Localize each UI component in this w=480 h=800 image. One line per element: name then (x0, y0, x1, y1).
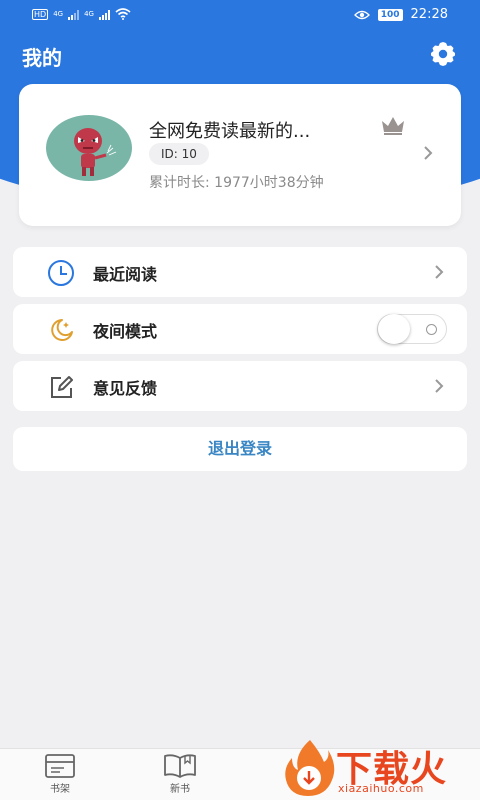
settings-button[interactable] (427, 40, 459, 68)
moon-icon (51, 319, 73, 341)
status-left: HD 4G 4G (32, 8, 131, 20)
edit-icon (51, 376, 73, 398)
avatar[interactable] (46, 115, 132, 181)
chevron-right-icon (435, 265, 444, 279)
tab-new-books[interactable]: 新书 (150, 753, 210, 795)
gear-icon (431, 42, 455, 66)
battery-icon: 100 (377, 8, 403, 21)
tab-bookshelf[interactable]: 书架 (30, 753, 90, 795)
tab-bookshelf-label: 书架 (50, 784, 70, 795)
open-book-icon (164, 754, 196, 778)
night-mode-toggle[interactable] (377, 314, 447, 344)
flame-logo-icon (285, 740, 335, 796)
wifi-icon (115, 8, 131, 20)
toggle-off-indicator (426, 324, 437, 335)
status-bar: HD 4G 4G 100 22:28 (0, 0, 480, 30)
chevron-right-icon (424, 146, 433, 160)
recent-reading-row[interactable]: 最近阅读 (13, 247, 467, 297)
clock-icon (48, 260, 74, 286)
signal-label-1: 4G (53, 10, 64, 18)
tab-new-books-label: 新书 (170, 784, 190, 795)
watermark-url: xiazaihuo.com (338, 782, 424, 795)
feedback-row[interactable]: 意见反馈 (13, 361, 467, 411)
night-mode-row: 夜间模式 (13, 304, 467, 354)
avatar-image (74, 128, 117, 176)
night-mode-label: 夜间模式 (93, 322, 158, 341)
nickname: 全网免费读最新的... (149, 121, 311, 142)
signal-label-2: 4G (84, 10, 94, 18)
user-id-badge: ID: 10 (149, 143, 209, 165)
watermark: 下载火 xiazaihuo.com (280, 738, 480, 800)
status-time: 22:28 (410, 7, 448, 22)
status-right: 100 22:28 (353, 7, 448, 22)
logout-button[interactable]: 退出登录 (13, 427, 467, 471)
signal-icon-1 (68, 9, 80, 20)
bookshelf-icon (45, 754, 75, 778)
network-type: HD (32, 8, 49, 20)
recent-reading-label: 最近阅读 (93, 265, 158, 284)
reading-duration: 累计时长: 1977小时38分钟 (149, 175, 324, 191)
page-title: 我的 (22, 46, 62, 70)
chevron-right-icon (435, 379, 444, 393)
profile-card[interactable]: 全网免费读最新的... ID: 10 累计时长: 1977小时38分钟 (19, 84, 461, 226)
feedback-label: 意见反馈 (93, 379, 158, 398)
eye-icon (353, 10, 370, 19)
crown-icon (382, 117, 404, 135)
toggle-knob (378, 314, 410, 344)
signal-icon-2 (98, 9, 110, 20)
